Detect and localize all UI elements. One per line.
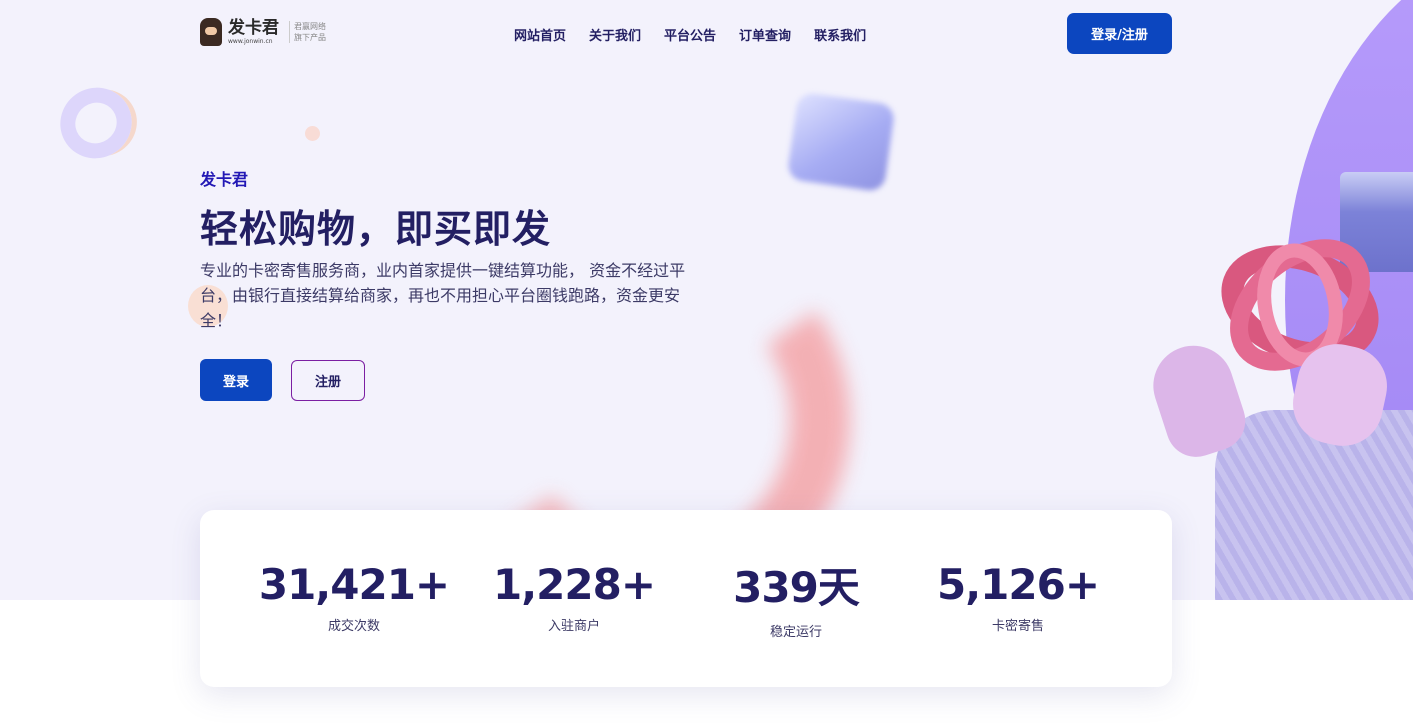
mascot-icon	[200, 18, 222, 46]
stat-transactions: 31,421+ 成交次数	[254, 560, 454, 634]
site-logo[interactable]: 发卡君 www.jonwin.cn 君赢网络 旗下产品	[200, 18, 326, 46]
logo-title: 发卡君	[228, 17, 279, 38]
nav-announcements[interactable]: 平台公告	[664, 25, 716, 44]
decorative-cube	[786, 91, 896, 193]
stat-merchants: 1,228+ 入驻商户	[474, 560, 674, 634]
stat-cards-sold: 5,126+ 卡密寄售	[918, 560, 1118, 634]
stat-uptime: 339天 稳定运行	[696, 554, 896, 640]
hero-brand: 发卡君	[200, 170, 249, 189]
main-nav: 网站首页 关于我们 平台公告 订单查询 联系我们	[514, 25, 866, 44]
decorative-ring	[46, 73, 146, 173]
stats-card: 31,421+ 成交次数 1,228+ 入驻商户 339天 稳定运行 5,126…	[200, 510, 1172, 687]
stat-label: 成交次数	[327, 619, 380, 634]
nav-contact[interactable]: 联系我们	[814, 25, 866, 44]
hero-description: 专业的卡密寄售服务商，业内首家提供一键结算功能， 资金不经过平台，由银行直接结算…	[200, 261, 686, 330]
register-button[interactable]: 注册	[291, 360, 365, 401]
stat-label: 卡密寄售	[991, 619, 1044, 634]
logo-text: 发卡君 www.jonwin.cn	[228, 17, 279, 45]
decorative-dot	[305, 126, 320, 141]
logo-subtitle: 君赢网络 旗下产品	[289, 21, 326, 43]
login-button[interactable]: 登录	[200, 359, 272, 401]
nav-home[interactable]: 网站首页	[514, 25, 566, 44]
hero-headline: 轻松购物，即买即发	[200, 207, 552, 251]
logo-sub-line1: 君赢网络	[294, 22, 326, 31]
logo-sub-line2: 旗下产品	[294, 33, 326, 42]
stat-value: 5,126+	[936, 560, 1100, 609]
stat-value: 1,228+	[492, 560, 656, 609]
stat-value: 31,421+	[258, 560, 450, 609]
nav-order-query[interactable]: 订单查询	[739, 25, 791, 44]
stat-label: 稳定运行	[769, 625, 822, 640]
stat-label: 入驻商户	[547, 619, 600, 634]
login-register-button[interactable]: 登录/注册	[1067, 13, 1172, 54]
logo-url: www.jonwin.cn	[228, 37, 273, 45]
nav-about[interactable]: 关于我们	[589, 25, 641, 44]
stat-value: 339天	[733, 563, 860, 612]
